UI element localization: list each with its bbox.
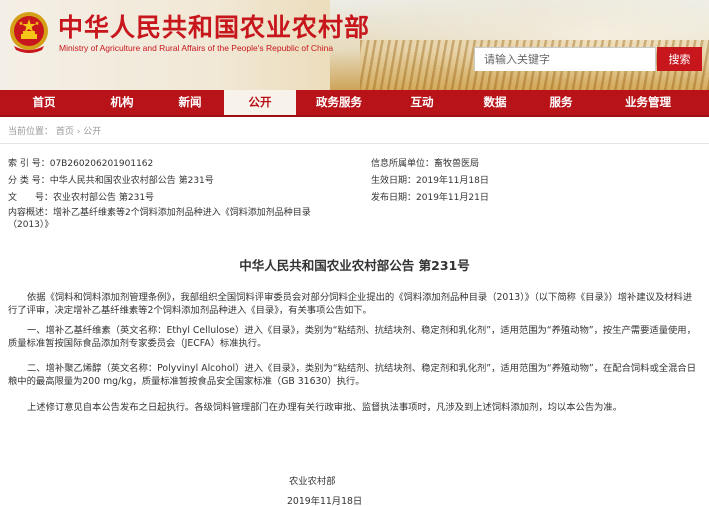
meta-index-label: 索 引 号： [8,159,50,169]
nav-item-home[interactable]: 首页 [0,90,88,115]
meta-category-number: 分 类 号：中华人民共和国农业农村部公告 第231号 [8,173,214,186]
meta-owner-unit: 信息所属单位：畜牧兽医局 [371,156,479,169]
breadcrumb-current-link[interactable]: 公开 [83,127,101,137]
nav-item-organization[interactable]: 机构 [88,90,156,115]
meta-summary: 内容概述：增补乙基纤维素等2个饲料添加剂品种进入《饲料添加剂品种目录（2013）… [8,207,338,231]
meta-publish-label: 发布日期： [371,193,417,203]
nav-item-services[interactable]: 服务 [528,90,594,115]
meta-effective-label: 生效日期： [371,176,417,186]
site-subtitle: Ministry of Agriculture and Rural Affair… [59,43,334,53]
breadcrumb-label: 当前位置： [8,127,54,137]
meta-owner-value: 畜牧兽医局 [434,159,480,169]
meta-index-number: 索 引 号：07B260206201901162 [8,156,153,169]
meta-category-value: 中华人民共和国农业农村部公告 第231号 [49,176,214,186]
article-paragraph: 上述修订意见自本公告发布之日起执行。各级饲料管理部门在办理有关行政审批、监督执法… [27,402,623,413]
article-paragraph: 一、增补乙基纤维素（英文名称：Ethyl Cellulose）进入《目录》，类别… [8,325,696,349]
article-title: 中华人民共和国农业农村部公告 第231号 [239,258,470,273]
meta-category-label: 分 类 号： [8,176,50,186]
nav-item-business-management[interactable]: 业务管理 [594,90,702,115]
meta-summary-value: 增补乙基纤维素等2个饲料添加剂品种进入《饲料添加剂品种目录（2013）》 [8,208,311,230]
site-header: 中华人民共和国农业农村部 Ministry of Agriculture and… [0,0,709,90]
meta-owner-label: 信息所属单位： [371,159,435,169]
breadcrumb: 当前位置： 首页 › 公开 [8,124,101,137]
main-nav: 首页 机构 新闻 公开 政务服务 互动 数据 服务 业务管理 [0,90,709,117]
article-signer: 农业农村部 [289,476,336,487]
nav-item-open[interactable]: 公开 [224,90,296,115]
article-paragraph: 二、增补聚乙烯醇（英文名称：Polyvinyl Alcohol）进入《目录》，类… [8,363,696,387]
search-button[interactable]: 搜索 [657,47,702,71]
nav-item-interaction[interactable]: 互动 [382,90,462,115]
search-input[interactable] [475,48,655,71]
breadcrumb-separator: › [76,127,81,137]
meta-document-label: 文 号： [8,193,54,203]
meta-effective-value: 2019年11月18日 [416,176,489,186]
divider [0,143,709,144]
meta-summary-label: 内容概述： [8,208,54,218]
article-paragraph: 依据《饲料和饲料添加剂管理条例》，我部组织全国饲料评审委员会对部分饲料企业提出的… [8,292,693,316]
meta-index-value: 07B260206201901162 [49,159,154,169]
article-sign-date: 2019年11月18日 [287,496,363,506]
meta-effective-date: 生效日期：2019年11月18日 [371,173,489,186]
meta-publish-date: 发布日期：2019年11月21日 [371,190,489,203]
meta-document-number: 文 号：农业农村部公告 第231号 [8,190,154,203]
site-title: 中华人民共和国农业农村部 [58,13,371,42]
national-emblem-icon [10,12,48,53]
search-box [474,47,656,71]
meta-publish-value: 2019年11月21日 [416,193,489,203]
nav-item-news[interactable]: 新闻 [156,90,224,115]
meta-document-value: 农业农村部公告 第231号 [53,193,155,203]
nav-item-government-services[interactable]: 政务服务 [296,90,382,115]
breadcrumb-home-link[interactable]: 首页 [56,127,74,137]
nav-item-data[interactable]: 数据 [462,90,528,115]
